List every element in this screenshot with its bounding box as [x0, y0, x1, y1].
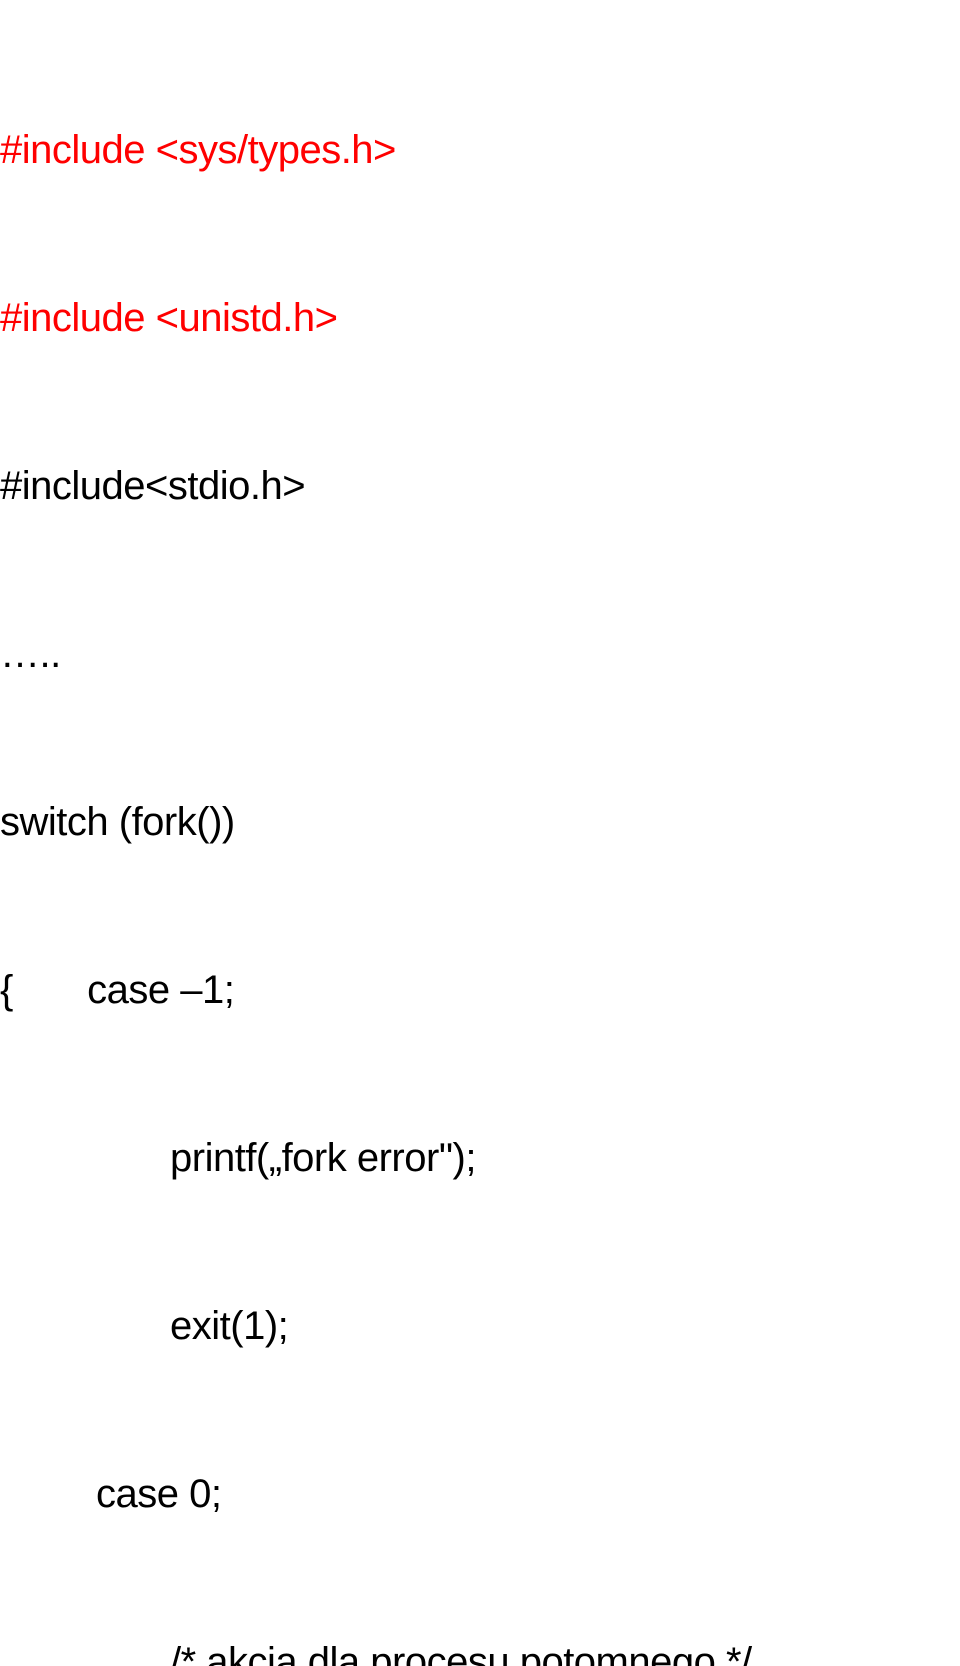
code-block: #include <sys/types.h> #include <unistd.…	[0, 10, 960, 1666]
code-line-3: #include<stdio.h>	[0, 458, 960, 514]
code-line-6-case: case –1;	[87, 968, 234, 1012]
code-line-2: #include <unistd.h>	[0, 290, 960, 346]
code-line-1: #include <sys/types.h>	[0, 122, 960, 178]
code-line-9: case 0;	[0, 1466, 960, 1522]
code-line-6-brace: {	[0, 968, 13, 1012]
code-line-5: switch (fork())	[0, 794, 960, 850]
code-line-8: exit(1);	[0, 1298, 960, 1354]
code-line-7: printf(„fork error");	[0, 1130, 960, 1186]
code-line-10: /* akcja dla procesu potomnego */	[0, 1634, 960, 1666]
code-line-4: …..	[0, 626, 960, 682]
code-line-6: { case –1;	[0, 962, 960, 1018]
